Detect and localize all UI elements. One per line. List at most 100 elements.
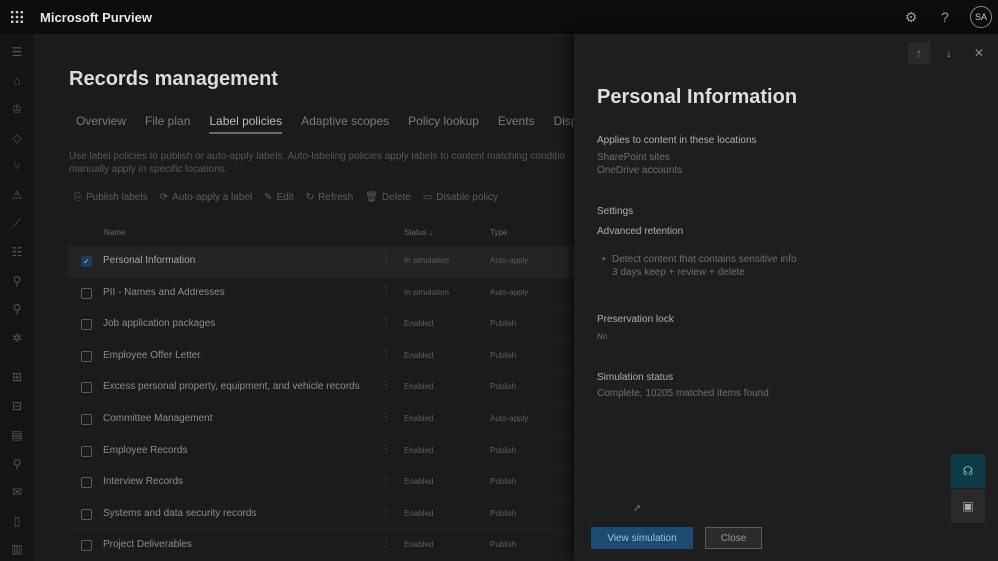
more-actions-icon[interactable]: ⋮ [381,317,391,328]
mail-icon[interactable]: ✉ [0,485,34,499]
sliders-icon[interactable]: ☷ [0,245,34,259]
tab-file-plan[interactable]: File plan [145,114,190,128]
more-actions-icon[interactable]: ⋮ [381,412,391,423]
tab-overview[interactable]: Overview [76,114,126,128]
column-header-status[interactable]: Status ↓ [404,228,433,237]
policy-name[interactable]: Job application packages [103,318,215,329]
edit-label: Edit [276,192,294,203]
alert-icon[interactable]: ⚠ [0,188,34,202]
tab-adaptive-scopes[interactable]: Adaptive scopes [301,114,389,128]
row-checkbox[interactable] [81,382,92,394]
row-checkbox[interactable] [81,413,92,425]
help-icon[interactable]: ? [936,9,954,25]
support-button[interactable]: ☊ [951,454,985,488]
location-item: SharePoint sites [597,152,670,163]
page-title: Records management [69,68,278,90]
table-row[interactable]: Systems and data security records ⋮ Enable… [68,499,578,531]
avatar[interactable]: SA [970,6,992,28]
table-row[interactable]: Committee Management ⋮ Enabled Auto-apply [68,404,578,436]
row-checkbox[interactable]: ✓ [81,256,92,267]
row-checkbox[interactable] [81,319,92,331]
branch-icon[interactable]: ⑂ [0,159,34,173]
view-simulation-button[interactable]: View simulation [591,527,693,549]
settings-icon[interactable]: ⚙ [902,9,920,26]
chat-icon: ▣ [962,499,974,513]
policy-name[interactable]: Employee Records [103,445,187,456]
more-actions-icon[interactable]: ⋮ [381,349,391,360]
headset-icon: ☊ [962,464,974,478]
building-icon[interactable]: ▥ [0,542,34,556]
more-actions-icon[interactable]: ⋮ [381,444,391,455]
table-row[interactable]: Employee Offer Letter ⋮ Enabled Publish [68,341,578,373]
refresh-label: Refresh [318,192,354,203]
more-actions-icon[interactable]: ⋮ [381,475,391,486]
table-row[interactable]: PII - Names and Addresses ⋮ In simulation A… [68,278,578,310]
close-icon[interactable]: ✕ [968,42,990,64]
policy-type: Auto-apply [490,287,529,297]
policy-name[interactable]: Personal Information [103,255,195,266]
arrow-up-icon[interactable]: ↑ [908,42,930,64]
policy-type: Auto-apply [490,413,529,423]
home-icon[interactable]: ⌂ [0,74,34,88]
auto-apply-label: Auto-apply a label [172,192,253,203]
hamburger-icon[interactable]: ☰ [0,45,34,59]
policy-name[interactable]: Employee Offer Letter [103,350,201,361]
arrow-down-icon[interactable]: ↓ [938,42,960,64]
row-checkbox[interactable] [81,540,92,552]
more-actions-icon[interactable]: ⋮ [381,507,391,518]
policy-name[interactable]: Project Deliverables [103,539,192,550]
doc-icon[interactable]: ▯ [0,514,34,528]
more-actions-icon[interactable]: ⋮ [381,380,391,391]
tag-icon[interactable]: ◇ [0,131,34,145]
search-icon[interactable]: ⚲ [0,457,34,471]
policy-status: In simulation [404,287,449,297]
panel-title: Personal Information [597,86,798,108]
policy-status: Enabled [404,540,434,550]
tab-label-policies[interactable]: Label policies [209,114,282,134]
policy-name[interactable]: Committee Management [103,413,213,424]
policy-status: Enabled [404,319,434,329]
more-actions-icon[interactable]: ⋮ [381,254,391,265]
gear-bug-icon[interactable]: ✲ [0,331,34,345]
tab-events[interactable]: Events [498,114,535,128]
row-checkbox[interactable] [81,350,92,362]
auto-apply-button[interactable]: ⟳ Auto-apply a label [160,192,252,203]
table-row[interactable]: Excess personal property, equipment, and… [68,372,578,404]
policy-name[interactable]: Excess personal property, equipment, and… [103,381,360,392]
catalog-icon[interactable]: ⊟ [0,399,34,413]
publish-labels-button[interactable]: ⎘ Publish labels [74,192,148,203]
delete-button[interactable]: 🗑 Delete [365,192,411,203]
table-row[interactable]: Job application packages ⋮ Enabled Publish [68,309,578,341]
row-checkbox[interactable] [81,508,92,520]
solutions-icon[interactable]: ⊞ [0,370,34,384]
policy-name[interactable]: Systems and data security records [103,508,256,519]
more-actions-icon[interactable]: ⋮ [381,286,391,297]
column-header-name[interactable]: Name [104,228,125,237]
app-title[interactable]: Microsoft Purview [40,10,152,25]
tab-policy-lookup[interactable]: Policy lookup [408,114,479,128]
column-header-type[interactable]: Type [490,228,507,237]
waffle-icon[interactable] [0,0,34,34]
disable-policy-button[interactable]: ▭ Disable policy [423,192,498,203]
close-button[interactable]: Close [705,527,762,549]
row-checkbox[interactable] [81,477,92,489]
policy-name[interactable]: PII - Names and Addresses [103,287,225,298]
chart-icon[interactable]: ⟋ [0,216,34,231]
feedback-button[interactable]: ▣ [951,489,985,523]
table-row[interactable]: Project Deliverables ⋮ Enabled Publish [68,530,578,561]
row-checkbox[interactable] [81,287,92,299]
table-row[interactable]: Employee Records ⋮ Enabled Publish [68,436,578,468]
table-row[interactable]: Interview Records ⋮ Enabled Publish [68,467,578,499]
search-doc-icon[interactable]: ⚲ [0,302,34,316]
refresh-button[interactable]: ↻ Refresh [306,192,353,203]
report-icon[interactable]: ▤ [0,428,34,442]
row-checkbox[interactable] [81,445,92,457]
more-actions-icon[interactable]: ⋮ [381,538,391,549]
search-data-icon[interactable]: ⚲ [0,274,34,288]
policy-name[interactable]: Interview Records [103,476,183,487]
trophy-icon[interactable]: ♔ [0,102,34,116]
table-row[interactable]: ✓ Personal Information ⋮ In simulation Auto-… [68,246,578,278]
retention-bullet: Detect content that contains sensitive i… [602,253,797,279]
edit-button[interactable]: ✎ Edit [264,192,294,203]
policy-type: Publish [490,319,517,329]
